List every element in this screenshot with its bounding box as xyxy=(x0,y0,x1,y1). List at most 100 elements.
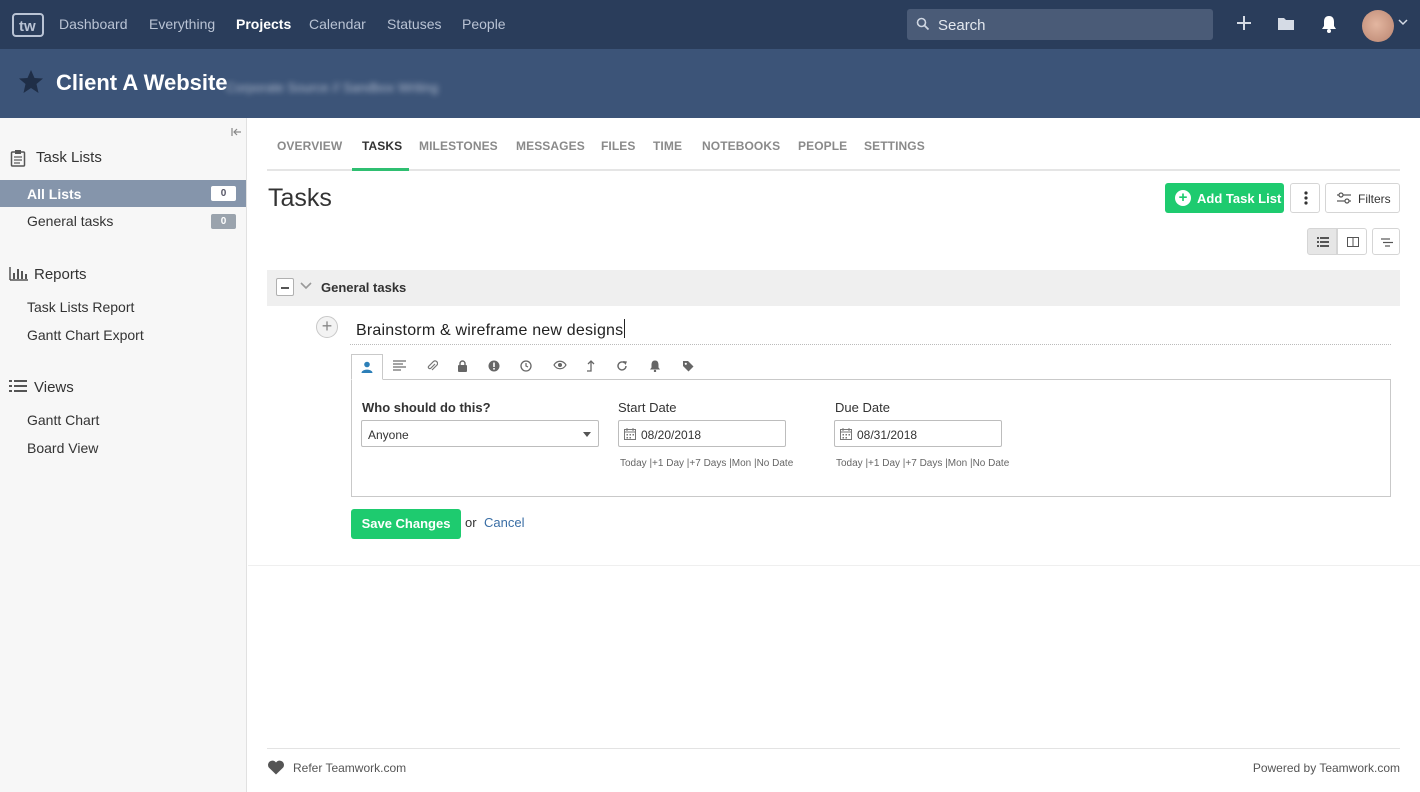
project-title[interactable]: Client A Website xyxy=(56,70,228,96)
description-icon xyxy=(393,360,406,371)
add-task-list-button[interactable]: + Add Task List xyxy=(1165,183,1284,213)
start-date-label: Start Date xyxy=(618,400,677,415)
collapse-list-button[interactable] xyxy=(276,278,294,296)
bell-icon[interactable] xyxy=(1321,15,1337,33)
filters-button[interactable]: Filters xyxy=(1325,183,1400,213)
bell-icon xyxy=(650,360,660,372)
assign-label: Who should do this? xyxy=(362,400,491,415)
or-text: or xyxy=(465,515,477,530)
sidebar-item-general-tasks[interactable]: General tasks xyxy=(27,213,113,229)
due-date-input[interactable]: 08/31/2018 xyxy=(834,420,1002,447)
nav-dashboard[interactable]: Dashboard xyxy=(59,16,128,32)
tab-settings[interactable]: SETTINGS xyxy=(864,139,925,153)
folder-icon[interactable] xyxy=(1277,16,1295,31)
tab-people[interactable]: PEOPLE xyxy=(798,139,847,153)
list-view-button[interactable] xyxy=(1307,228,1337,255)
repeat-icon xyxy=(617,361,627,371)
teamwork-logo[interactable]: tw xyxy=(12,10,45,38)
tab-overview[interactable]: OVERVIEW xyxy=(277,139,342,153)
sidebar-item-task-lists-report[interactable]: Task Lists Report xyxy=(27,299,134,315)
attachment-icon xyxy=(427,360,438,371)
tab-reminders[interactable] xyxy=(640,354,672,380)
count-badge: 0 xyxy=(211,186,236,201)
gantt-view-button[interactable] xyxy=(1372,228,1400,255)
tab-tags[interactable] xyxy=(673,354,705,380)
tag-icon xyxy=(683,361,694,372)
star-icon[interactable] xyxy=(18,69,44,94)
tab-assign[interactable] xyxy=(351,354,383,380)
nav-calendar[interactable]: Calendar xyxy=(309,16,366,32)
sidebar-item-board-view[interactable]: Board View xyxy=(27,440,98,456)
project-tabs: OVERVIEW TASKS MILESTONES MESSAGES FILES… xyxy=(267,118,1400,171)
search-input[interactable]: Search xyxy=(907,9,1213,40)
tab-estimated-time[interactable] xyxy=(511,354,543,380)
footer-divider xyxy=(267,748,1400,749)
dropdown-arrow-icon xyxy=(583,432,591,437)
collapse-sidebar-icon[interactable] xyxy=(231,127,242,137)
task-list-header: General tasks xyxy=(267,270,1400,306)
nav-everything[interactable]: Everything xyxy=(149,16,215,32)
calendar-icon xyxy=(624,428,636,440)
sidebar-item-all-lists[interactable]: All Lists 0 xyxy=(0,180,246,207)
tab-files[interactable]: FILES xyxy=(601,139,636,153)
search-placeholder: Search xyxy=(938,17,986,34)
start-date-input[interactable]: 08/20/2018 xyxy=(618,420,786,447)
tab-time[interactable]: TIME xyxy=(653,139,682,153)
tab-milestones[interactable]: MILESTONES xyxy=(419,139,498,153)
task-list-name[interactable]: General tasks xyxy=(321,280,406,295)
bar-chart-icon xyxy=(9,267,28,281)
clock-icon xyxy=(520,360,532,372)
svg-text:tw: tw xyxy=(19,18,36,35)
more-options-button[interactable] xyxy=(1290,183,1320,213)
list-view-icon xyxy=(1317,237,1329,247)
active-tab-indicator xyxy=(352,168,409,171)
chevron-down-icon[interactable] xyxy=(1398,18,1408,26)
project-header: Client A Website Corporate Source // San… xyxy=(0,49,1420,118)
tab-attachments[interactable] xyxy=(417,354,449,380)
tab-description[interactable] xyxy=(384,354,416,380)
save-changes-button[interactable]: Save Changes xyxy=(351,509,461,539)
tab-messages[interactable]: MESSAGES xyxy=(516,139,585,153)
cancel-link[interactable]: Cancel xyxy=(484,515,524,530)
columns-icon xyxy=(1347,237,1359,247)
count-badge: 0 xyxy=(211,214,236,229)
plus-circle-icon: + xyxy=(1175,190,1191,206)
start-date-shortcuts[interactable]: Today |+1 Day |+7 Days |Mon |No Date xyxy=(620,458,793,469)
vertical-dots-icon xyxy=(1304,191,1308,205)
priority-icon xyxy=(488,360,500,372)
project-company: Corporate Source // Sandbox Writing xyxy=(226,80,439,95)
sidebar-item-gantt-chart[interactable]: Gantt Chart xyxy=(27,412,99,428)
nav-statuses[interactable]: Statuses xyxy=(387,16,441,32)
calendar-icon xyxy=(840,428,852,440)
chevron-down-icon[interactable] xyxy=(300,282,312,290)
tab-move[interactable] xyxy=(577,354,609,380)
board-view-button[interactable] xyxy=(1337,228,1367,255)
tab-privacy[interactable] xyxy=(448,354,480,380)
tab-followers[interactable] xyxy=(544,354,576,380)
tab-repeat[interactable] xyxy=(607,354,639,380)
task-name-input[interactable]: Brainstorm & wireframe new designs xyxy=(350,314,1391,345)
top-navigation: tw Dashboard Everything Projects Calenda… xyxy=(0,0,1420,49)
add-task-plus-icon[interactable]: + xyxy=(316,316,338,338)
plus-icon[interactable] xyxy=(1235,14,1253,32)
eye-icon xyxy=(553,360,567,370)
list-icon xyxy=(9,380,27,392)
powered-by-link[interactable]: Powered by Teamwork.com xyxy=(1253,761,1400,775)
content-divider xyxy=(248,565,1420,566)
due-date-shortcuts[interactable]: Today |+1 Day |+7 Days |Mon |No Date xyxy=(836,458,1009,469)
tab-priority[interactable] xyxy=(479,354,511,380)
tab-notebooks[interactable]: NOTEBOOKS xyxy=(702,139,780,153)
nav-people[interactable]: People xyxy=(462,16,506,32)
tab-tasks[interactable]: TASKS xyxy=(362,139,402,153)
assignee-select[interactable]: Anyone xyxy=(361,420,599,447)
heart-icon xyxy=(268,760,284,775)
lock-icon xyxy=(458,360,467,372)
page-title: Tasks xyxy=(268,184,332,212)
sidebar: Task Lists All Lists 0 General tasks 0 R… xyxy=(0,118,247,792)
sliders-icon xyxy=(1337,192,1351,204)
user-avatar[interactable] xyxy=(1362,10,1394,42)
sidebar-item-gantt-chart-export[interactable]: Gantt Chart Export xyxy=(27,327,144,343)
nav-projects[interactable]: Projects xyxy=(236,16,291,32)
person-icon xyxy=(361,361,373,373)
search-icon xyxy=(916,17,930,31)
